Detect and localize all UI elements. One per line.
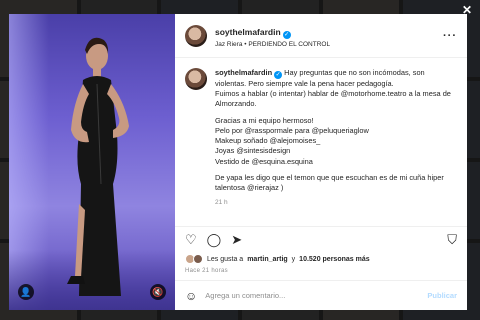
post-sidebar: soythelmafardin ✓ Jaz Riera • PERDIENDO E…	[175, 14, 467, 310]
audio-subtitle[interactable]: Jaz Riera • PERDIENDO EL CONTROL	[215, 41, 435, 49]
mute-icon[interactable]: 🔇	[150, 284, 166, 300]
user-tag-icon[interactable]: 👤	[18, 284, 34, 300]
likes-count-link[interactable]: 10.520 personas más	[299, 256, 369, 263]
likes-mid: y	[291, 255, 296, 263]
caption-time: 21 h	[215, 199, 228, 207]
caption-area: soythelmafardin ✓ Hay preguntas que no so…	[175, 58, 467, 226]
comment-box: ☺ Agrega un comentario... Publicar	[175, 280, 467, 310]
caption-text: soythelmafardin ✓ Hay preguntas que no so…	[215, 68, 457, 208]
likes-prefix: Les gusta a	[207, 255, 244, 263]
caption-line: Fuimos a hablar (o intentar) hablar de @…	[215, 89, 451, 109]
share-icon[interactable]: ➤	[231, 233, 242, 246]
username-link[interactable]: soythelmafardin	[215, 27, 281, 37]
caption-line: Pelo por @rasspormale para @peluqueriagl…	[215, 125, 369, 135]
bookmark-icon[interactable]: ⛉	[447, 233, 457, 246]
posted-time[interactable]: Hace 21 horas	[175, 266, 467, 280]
caption-line: Makeup soñado @alejomoises_	[215, 136, 321, 146]
more-options-icon[interactable]: ···	[443, 30, 457, 42]
publish-button[interactable]: Publicar	[427, 291, 457, 300]
post-modal: 👤 🔇 soythelmafardin ✓ Jaz Riera • PERDIEN…	[9, 14, 467, 310]
caption-line: Gracias a mi equipo hermoso!	[215, 115, 314, 125]
woman-in-black-dress-photo	[67, 37, 129, 296]
header-text: soythelmafardin ✓ Jaz Riera • PERDIENDO E…	[215, 21, 435, 49]
verified-badge-icon: ✓	[274, 71, 283, 79]
caption-line: Joyas @sintesisdesign	[215, 146, 291, 156]
caption-line: Vestido de @esquina.esquina	[215, 156, 313, 166]
caption-line: De yapa les digo que el temon que que es…	[215, 172, 444, 192]
avatar[interactable]	[185, 68, 207, 90]
likes-summary: Les gusta a martin_artig y 10.520 person…	[175, 252, 467, 266]
heart-icon[interactable]: ♡	[185, 233, 197, 246]
liker-avatar	[193, 254, 203, 264]
caption-row: soythelmafardin ✓ Hay preguntas que no so…	[185, 68, 457, 208]
post-header: soythelmafardin ✓ Jaz Riera • PERDIENDO E…	[175, 14, 467, 58]
comment-input[interactable]: Agrega un comentario...	[205, 291, 419, 300]
action-bar: ♡ ◯ ➤ ⛉	[175, 226, 467, 252]
avatar[interactable]	[185, 24, 207, 47]
likes-user-link[interactable]: martin_artig	[247, 256, 287, 263]
comment-icon[interactable]: ◯	[207, 233, 222, 246]
post-media[interactable]: 👤 🔇	[9, 14, 175, 310]
caption-username[interactable]: soythelmafardin	[215, 68, 272, 77]
verified-badge-icon: ✓	[282, 31, 291, 40]
emoji-icon[interactable]: ☺	[185, 289, 197, 303]
